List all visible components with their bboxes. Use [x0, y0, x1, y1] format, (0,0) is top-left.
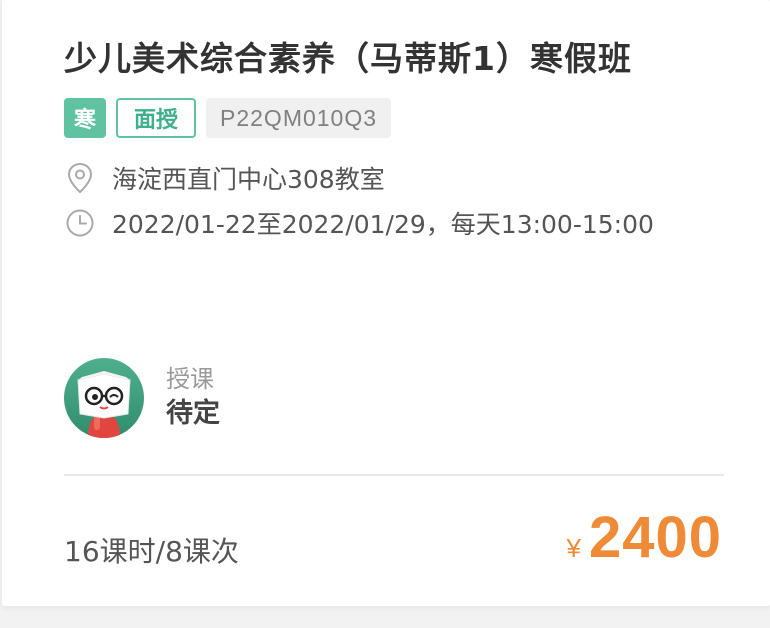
course-card[interactable]: 少儿美术综合素养（马蒂斯1）寒假班 寒 面授 P22QM010Q3 海淀西直门中…: [2, 0, 770, 606]
course-title: 少儿美术综合素养（马蒂斯1）寒假班: [64, 39, 632, 78]
teacher-role-label: 授课: [166, 365, 214, 393]
price-amount: 2400: [588, 505, 722, 570]
divider: [64, 474, 724, 476]
course-price: ¥ 2400: [567, 504, 723, 571]
season-tag: 寒: [64, 98, 106, 138]
location-text: 海淀西直门中心308教室: [112, 165, 385, 194]
location-pin-icon: [64, 162, 96, 194]
teacher-info: 授课 待定: [166, 363, 220, 433]
lesson-count: 16课时/8课次: [64, 535, 239, 568]
clock-icon: [64, 207, 96, 239]
course-tags: 寒 面授 P22QM010Q3: [64, 98, 401, 138]
teaching-mode-tag: 面授: [116, 98, 196, 138]
schedule-text: 2022/01-22至2022/01/29，每天13:00-15:00: [112, 210, 654, 239]
currency-symbol: ¥: [566, 533, 581, 563]
course-code-tag: P22QM010Q3: [206, 98, 392, 138]
location-row: 海淀西直门中心308教室: [64, 161, 385, 195]
teacher-avatar: [64, 358, 144, 438]
teacher-section: 授课 待定: [64, 358, 220, 438]
schedule-row: 2022/01-22至2022/01/29，每天13:00-15:00: [64, 206, 654, 240]
teacher-name: 待定: [166, 398, 220, 429]
